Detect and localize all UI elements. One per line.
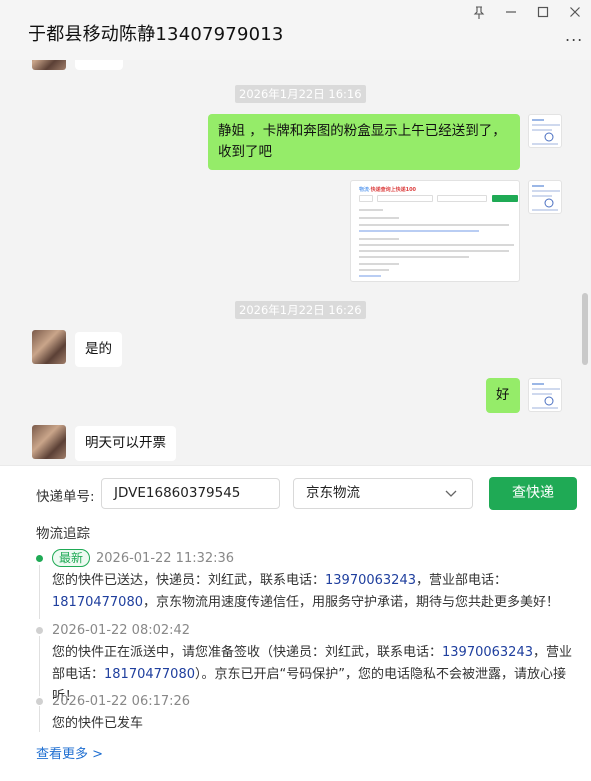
minimize-icon[interactable]	[502, 6, 520, 24]
carrier-select[interactable]: 京东物流	[293, 478, 473, 509]
search-tracking-button[interactable]: 查快递	[489, 477, 577, 510]
tracking-panel: 快递单号: JDVE16860379545 京东物流 查快递 物流追踪 最新 2…	[0, 465, 591, 781]
chat-scrollbar[interactable]	[582, 293, 588, 365]
message-bubble-sent[interactable]: 好	[486, 378, 520, 413]
thumb-input	[377, 195, 433, 202]
more-icon[interactable]: ...	[565, 26, 583, 45]
image-message-thumbnail[interactable]: 物流·快递查询上快递100	[350, 180, 520, 282]
thumb-line	[359, 250, 509, 252]
contact-avatar[interactable]	[32, 330, 66, 364]
latest-badge: 最新	[52, 549, 91, 567]
thumb-line	[359, 263, 399, 265]
event-time: 2026-01-22 11:32:36	[96, 551, 235, 566]
pin-icon[interactable]	[470, 6, 488, 24]
chat-timestamp: 2026年1月22日 16:16	[235, 85, 366, 103]
thumb-line	[359, 230, 479, 232]
timeline-dot-active	[36, 555, 43, 562]
chat-title: 于都县移动陈静13407979013	[28, 24, 284, 45]
timeline-line	[39, 706, 40, 732]
tracking-number-label: 快递单号:	[36, 489, 95, 505]
thumb-line	[359, 224, 509, 226]
message-bubble-sent[interactable]: 静姐 ，卡牌和奔图的粉盒显示上午已经送到了，收到了吧	[208, 114, 520, 170]
carrier-select-value: 京东物流	[306, 485, 360, 501]
maximize-icon[interactable]	[534, 6, 552, 24]
event-time: 2026-01-22 06:17:26	[52, 694, 191, 709]
branch-phone[interactable]: 18170477080	[52, 595, 143, 610]
section-title: 物流追踪	[36, 526, 90, 542]
thumb-line	[359, 209, 383, 211]
timeline-dot	[36, 627, 43, 634]
event-description: 您的快件已送达，快递员：刘红武，联系电话：13970063243，营业部电话：1…	[52, 573, 559, 610]
view-more-link[interactable]: 查看更多 >	[36, 743, 103, 762]
my-avatar[interactable]	[528, 114, 562, 148]
event-time: 2026-01-22 08:02:42	[52, 623, 191, 638]
thumb-button	[492, 195, 518, 202]
thumb-label	[359, 195, 373, 202]
thumb-select	[437, 195, 487, 202]
courier-phone[interactable]: 13970063243	[442, 645, 533, 660]
tracking-number-input[interactable]: JDVE16860379545	[101, 478, 280, 509]
thumb-line	[359, 238, 399, 240]
event-description: 您的快件已发车	[52, 716, 144, 731]
timeline-line	[39, 565, 40, 619]
timeline-dot	[36, 698, 43, 705]
chevron-down-icon	[445, 490, 457, 497]
thumb-line	[359, 256, 469, 258]
thumb-line	[359, 217, 399, 219]
chat-area[interactable]: 2026年1月22日 16:16 静姐 ，卡牌和奔图的粉盒显示上午已经送到了，收…	[0, 60, 591, 465]
thumb-line	[359, 269, 389, 271]
message-bubble-partial	[75, 60, 123, 70]
thumb-line	[359, 244, 514, 246]
courier-phone[interactable]: 13970063243	[325, 573, 416, 588]
title-bar: 于都县移动陈静13407979013 ...	[0, 0, 591, 60]
my-avatar[interactable]	[528, 180, 562, 214]
my-avatar[interactable]	[528, 378, 562, 412]
message-bubble-received[interactable]: 明天可以开票	[75, 426, 176, 461]
message-bubble-received[interactable]: 是的	[75, 332, 122, 367]
thumb-line	[359, 275, 381, 277]
contact-avatar[interactable]	[32, 425, 66, 459]
timeline-line	[39, 636, 40, 696]
close-icon[interactable]	[566, 6, 584, 24]
thumb-title: 物流·快递查询上快递100	[359, 187, 417, 193]
branch-phone[interactable]: 18170477080	[104, 667, 195, 682]
chat-timestamp: 2026年1月22日 16:26	[235, 301, 366, 319]
contact-avatar[interactable]	[32, 60, 66, 70]
